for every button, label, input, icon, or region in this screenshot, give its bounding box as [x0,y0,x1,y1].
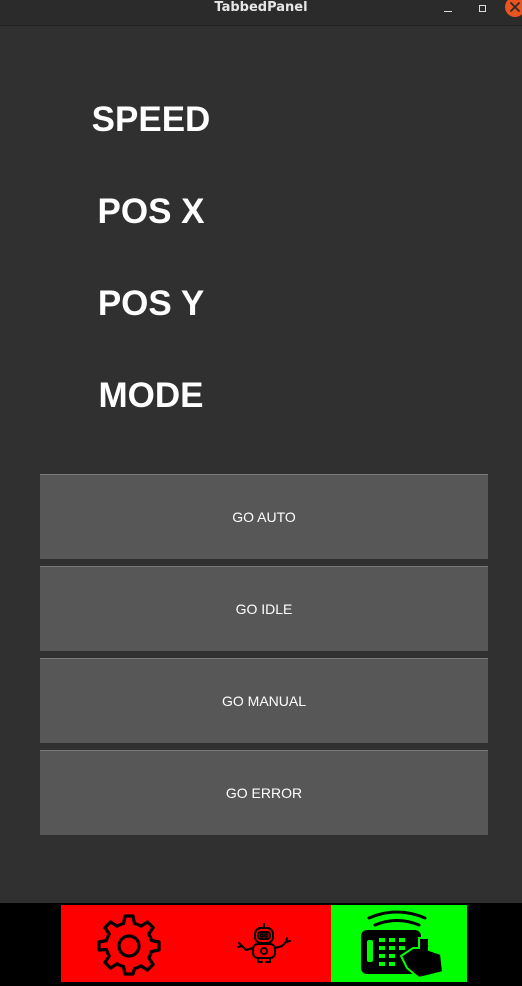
go-error-button[interactable]: GO ERROR [40,750,488,835]
mode-label: MODE [98,376,204,415]
go-error-label: GO ERROR [225,785,303,801]
go-manual-button[interactable]: GO MANUAL [40,658,488,743]
app-window: TabbedPanel SPEED POS X POS Y MODE GO AU… [0,0,522,986]
remote-control-icon [361,910,445,979]
minimize-button[interactable] [439,0,457,16]
go-idle-label: GO IDLE [235,601,293,617]
tab-robot[interactable] [196,905,331,982]
speed-label: SPEED [91,100,211,139]
maximize-button[interactable] [473,0,491,16]
pos-y-label: POS Y [97,284,205,323]
maximize-icon [478,4,486,12]
go-manual-label: GO MANUAL [221,693,306,709]
gear-icon [96,913,161,976]
go-auto-label: GO AUTO [232,509,296,525]
pos-x-label: POS X [97,192,205,231]
robot-icon [236,922,291,963]
title-bar: TabbedPanel [0,0,522,26]
minimize-icon [444,10,452,12]
tab-remote[interactable] [331,905,467,982]
close-button[interactable] [505,0,522,17]
go-idle-button[interactable]: GO IDLE [40,566,488,651]
tab-settings[interactable] [61,905,196,982]
tab-bar [0,903,522,986]
close-icon [510,2,520,12]
go-auto-button[interactable]: GO AUTO [40,474,488,559]
